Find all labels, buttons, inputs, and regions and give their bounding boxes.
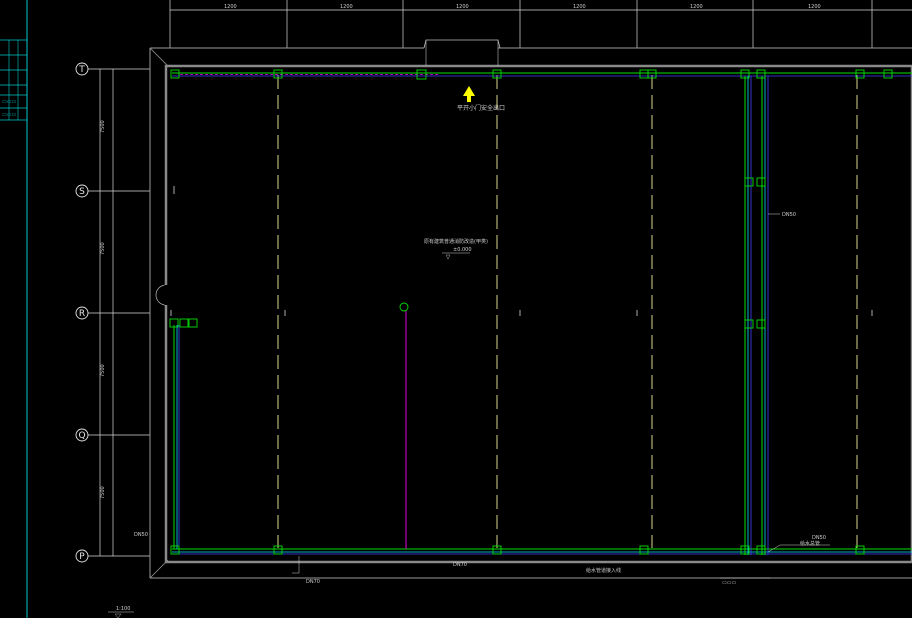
bottom-pipe-label: 给水管道接入线 bbox=[586, 567, 621, 574]
dim-col-2: 1200 bbox=[340, 4, 353, 10]
dim-col-1: 1200 bbox=[224, 4, 237, 10]
room-note: 原有建筑普通消防改造(甲类) bbox=[424, 238, 488, 245]
svg-text:▭▭▭: ▭▭▭ bbox=[2, 99, 16, 105]
bottom-tag-mid: DN70 bbox=[453, 562, 467, 568]
annotations: 平开小门安全出口 原有建筑普通消防改造(甲类) ±0.000 DN50 给水管道… bbox=[108, 104, 830, 618]
svg-text:▭▭▭: ▭▭▭ bbox=[2, 112, 16, 118]
axis-bubble-P: P bbox=[75, 549, 89, 563]
title-block: ▭▭▭ ▭▭▭ bbox=[0, 0, 28, 618]
svg-text:▭▭▭: ▭▭▭ bbox=[722, 580, 736, 586]
svg-text:S: S bbox=[79, 187, 85, 197]
left-dimension-chain: 7500 7500 7500 7500 bbox=[88, 68, 150, 557]
svg-text:R: R bbox=[79, 309, 85, 319]
left-side-tag: DN50 bbox=[134, 532, 148, 538]
svg-text:Q: Q bbox=[78, 431, 85, 441]
svg-text:T: T bbox=[78, 65, 85, 75]
dim-col-4: 1200 bbox=[573, 4, 586, 10]
building-walls bbox=[149, 39, 912, 579]
floor-plan-canvas: ▭▭▭ ▭▭▭ 1200 1200 1200 1200 1200 1200 75… bbox=[0, 0, 912, 618]
room-tag: ±0.000 bbox=[453, 247, 472, 253]
axis-bubble-R: R bbox=[75, 306, 89, 320]
axis-bubble-S: S bbox=[75, 184, 89, 198]
dim-col-6: 1200 bbox=[808, 4, 821, 10]
dim-row-3: 7500 bbox=[100, 364, 106, 377]
pipe-runs bbox=[172, 72, 912, 555]
vert-pipe-label: DN50 bbox=[782, 212, 796, 218]
dim-col-3: 1200 bbox=[456, 4, 469, 10]
corner-label: 给水总管 bbox=[800, 540, 820, 547]
exit-arrow-icon bbox=[463, 86, 475, 102]
bottom-tag-left: DN70 bbox=[306, 579, 320, 585]
dim-row-1: 7500 bbox=[100, 120, 106, 133]
scale-label: 1:100 bbox=[116, 606, 130, 612]
dim-row-4: 7500 bbox=[100, 486, 106, 499]
grid-tick-marks bbox=[170, 186, 873, 316]
dim-col-5: 1200 bbox=[690, 4, 703, 10]
column-grid-lines bbox=[277, 75, 858, 548]
svg-text:P: P bbox=[79, 552, 85, 562]
axis-bubble-T: T bbox=[75, 62, 89, 76]
dim-row-2: 7500 bbox=[100, 242, 106, 255]
top-dimension-chain: 1200 1200 1200 1200 1200 1200 bbox=[169, 0, 912, 48]
axis-bubbles: T S R Q P bbox=[75, 62, 89, 563]
exit-note: 平开小门安全出口 bbox=[457, 104, 505, 112]
axis-bubble-Q: Q bbox=[75, 428, 89, 442]
